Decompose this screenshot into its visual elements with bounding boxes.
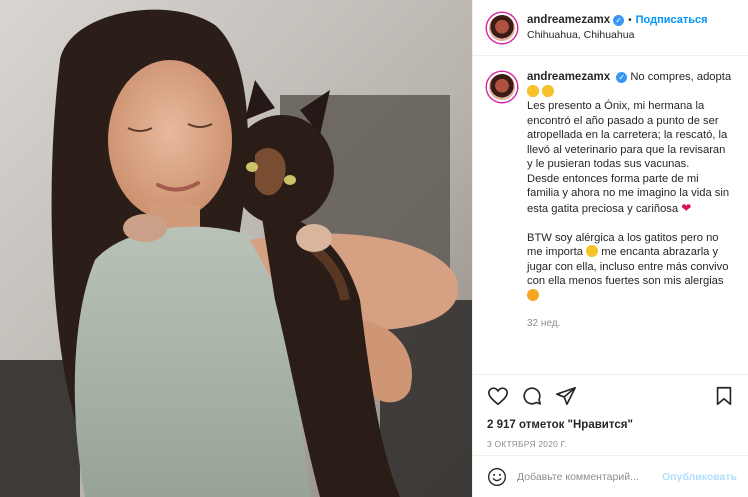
caption-paragraph-3: BTW soy alérgica a los gatitos pero no m… [527,231,732,304]
heart-icon[interactable] [487,385,509,407]
bookmark-icon[interactable] [713,385,735,407]
author-username[interactable]: andreamezamx [527,13,610,28]
comment-icon[interactable] [521,385,543,407]
caption-first-line: andreamezamx ✓ No compres, adopta [527,70,732,99]
likes-count[interactable]: 2 917 отметок "Нравится" [487,419,735,431]
caption-paragraph-1: Les presento a Ónix, mi hermana la encon… [527,100,728,170]
separator-dot: • [628,14,632,26]
post-location[interactable]: Chihuahua, Chihuahua [527,28,708,43]
caption-paragraph-2-text: Desde entonces forma parte de mi familia… [527,172,730,215]
laughing-emoji-icon [586,245,599,257]
comment-input[interactable] [517,470,663,483]
caption-body: andreamezamx ✓ No compres, adopta Les pr… [527,70,732,366]
verified-badge-icon: ✓ [613,14,625,26]
follow-button[interactable]: Подписаться [636,13,708,28]
caption-intro: No compres, adopta [630,71,732,83]
emoji-icon[interactable] [487,467,507,487]
post-date[interactable]: 3 ОКТЯБРЯ 2020 Г. [487,439,735,449]
post-side-panel: andreamezamx ✓ • Подписаться Chihuahua, … [472,0,748,497]
caption-username[interactable]: andreamezamx [527,71,610,83]
caption-author-avatar[interactable] [487,72,517,102]
comment-bar: Опубликовать [473,455,748,497]
header-text: andreamezamx ✓ • Подписаться Chihuahua, … [527,13,708,43]
star-struck-emoji-icon [542,84,555,97]
publish-button[interactable]: Опубликовать [662,471,737,483]
surprised-emoji-icon [527,288,539,301]
caption-paragraph-2: Desde entonces forma parte de mi familia… [527,172,732,217]
share-icon[interactable] [555,385,577,407]
action-icons-row [487,383,735,409]
author-avatar[interactable] [487,12,517,43]
verified-badge-icon: ✓ [616,72,628,83]
caption-time-ago[interactable]: 32 нед. [527,317,732,332]
post-photo[interactable] [0,0,472,497]
post-actions: 2 917 отметок "Нравится" 3 ОКТЯБРЯ 2020 … [473,374,748,449]
star-struck-emoji-icon [527,84,539,97]
header-user-row: andreamezamx ✓ • Подписаться [527,13,708,28]
heart-emoji-icon: ❤ [681,200,692,215]
caption-block: andreamezamx ✓ No compres, adopta Les pr… [473,56,748,366]
photo-image [0,0,472,497]
post-header: andreamezamx ✓ • Подписаться Chihuahua, … [473,0,748,56]
